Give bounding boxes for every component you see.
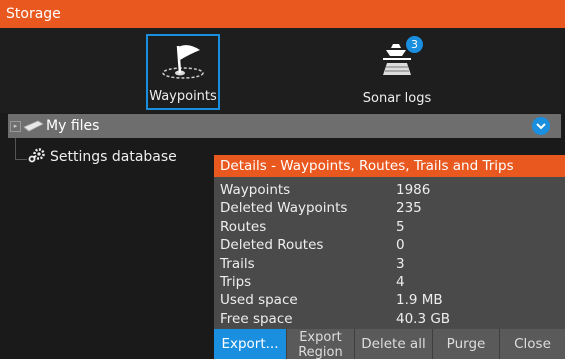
- detail-value: 40.3 GB: [396, 310, 451, 327]
- detail-key: Free space: [220, 310, 293, 327]
- delete-all-button[interactable]: Delete all: [355, 329, 433, 359]
- detail-row: Trips 4: [220, 273, 560, 291]
- tree-item-label: My files: [46, 118, 100, 134]
- close-button[interactable]: Close: [500, 329, 565, 359]
- export-button[interactable]: Export...: [214, 329, 287, 359]
- chevron-down-icon: [536, 123, 546, 130]
- detail-key: Deleted Routes: [220, 237, 324, 254]
- detail-value: 235: [396, 200, 422, 217]
- waypoints-label: Waypoints: [149, 89, 217, 104]
- sonar-count-badge: 3: [406, 36, 423, 53]
- details-list: Waypoints 1986 Deleted Waypoints 235 Route…: [220, 181, 560, 328]
- dialog-button-bar: Export... Export Region Delete all Purge …: [214, 329, 565, 359]
- purge-button[interactable]: Purge: [433, 329, 500, 359]
- sonar-logs-label: Sonar logs: [362, 91, 432, 106]
- sonar-logs-tile[interactable]: 3 Sonar logs: [358, 34, 436, 110]
- detail-key: Trips: [220, 273, 252, 290]
- category-panel: Waypoints 3 Sonar logs: [0, 28, 565, 113]
- details-dialog: Details - Waypoints, Routes, Trails and …: [214, 155, 565, 359]
- detail-row: Free space 40.3 GB: [220, 310, 560, 328]
- detail-row: Waypoints 1986: [220, 181, 560, 199]
- dialog-title: Details - Waypoints, Routes, Trails and …: [214, 155, 565, 177]
- detail-row: Deleted Waypoints 235: [220, 199, 560, 217]
- detail-row: Routes 5: [220, 218, 560, 236]
- detail-key: Used space: [220, 292, 298, 309]
- detail-key: Trails: [220, 255, 255, 272]
- export-region-button[interactable]: Export Region: [287, 329, 355, 359]
- detail-key: Waypoints: [220, 182, 291, 198]
- detail-value: 1.9 MB: [396, 292, 443, 309]
- flag-waypoint-icon: [162, 45, 204, 79]
- gear-icon: [28, 148, 45, 163]
- expand-icon[interactable]: ▸: [10, 121, 21, 132]
- detail-value: 4: [396, 273, 405, 290]
- detail-key: Deleted Waypoints: [220, 200, 348, 217]
- waypoints-tile[interactable]: Waypoints: [146, 34, 220, 110]
- detail-row: Used space 1.9 MB: [220, 291, 560, 309]
- export-region-label-line2: Region: [298, 345, 343, 359]
- tree-connector: [15, 138, 16, 160]
- export-region-label-line1: Export: [299, 330, 342, 345]
- detail-value: 5: [396, 218, 405, 235]
- window-title: Storage: [0, 0, 565, 28]
- tree-item-label: Settings database: [50, 149, 177, 165]
- dropdown-button[interactable]: [532, 117, 550, 135]
- drive-icon: [23, 120, 44, 132]
- tree-connector: [15, 159, 27, 160]
- detail-value: 0: [396, 237, 405, 254]
- tree-item-my-files[interactable]: ▸ My files: [8, 114, 561, 138]
- tree-item-settings-database[interactable]: Settings database: [28, 147, 177, 165]
- detail-value: 1986: [396, 182, 431, 198]
- detail-value: 3: [396, 255, 405, 272]
- detail-key: Routes: [220, 218, 267, 235]
- detail-row: Deleted Routes 0: [220, 236, 560, 254]
- detail-row: Trails 3: [220, 255, 560, 273]
